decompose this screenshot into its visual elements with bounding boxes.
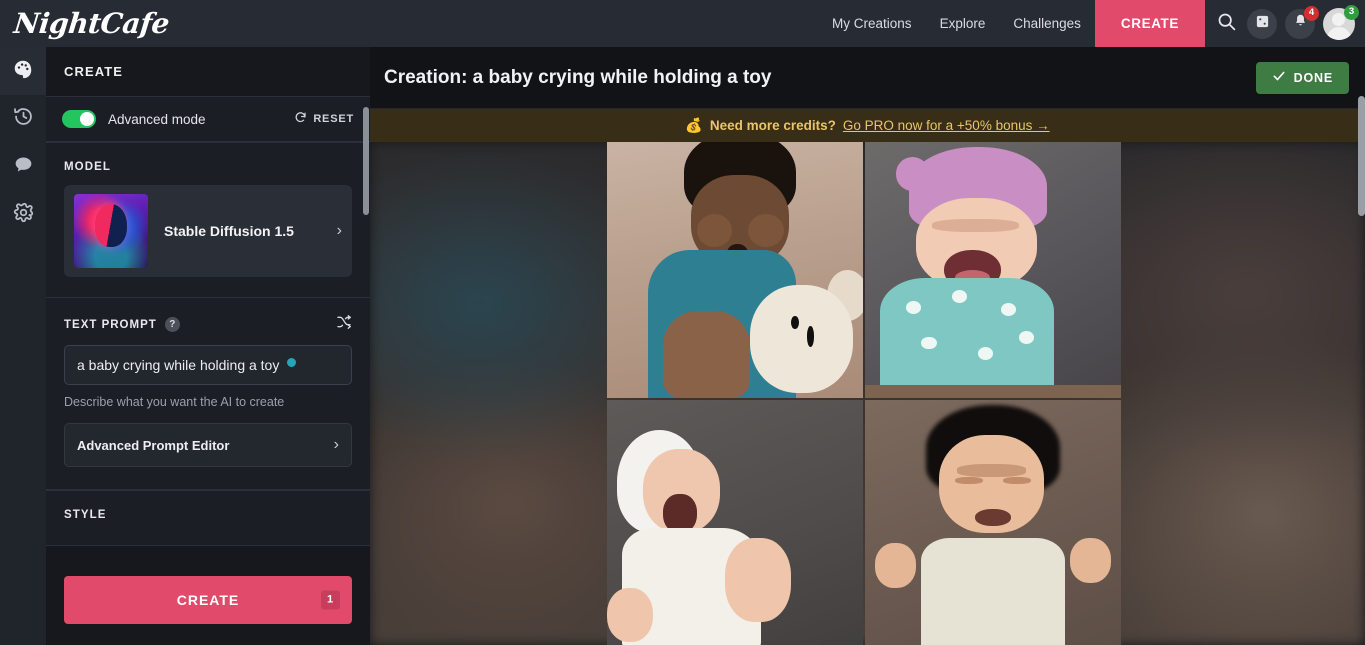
sidebar-item-history[interactable] — [0, 95, 46, 143]
help-icon[interactable]: ? — [164, 317, 180, 332]
chevron-right-icon: › — [336, 222, 342, 239]
top-bar: NightCafe My Creations Explore Challenge… — [0, 0, 1365, 47]
generated-image-4[interactable] — [865, 400, 1121, 645]
refresh-icon — [294, 111, 307, 127]
model-selector[interactable]: Stable Diffusion 1.5 › — [64, 185, 352, 277]
reset-label: RESET — [313, 113, 354, 125]
reset-button[interactable]: RESET — [294, 111, 354, 127]
random-dice-button[interactable] — [1247, 8, 1277, 39]
creation-header: Creation: a baby crying while holding a … — [370, 47, 1365, 109]
top-navigation: My Creations Explore Challenges CREATE 4… — [818, 0, 1365, 47]
nav-my-creations[interactable]: My Creations — [818, 0, 926, 47]
avatar-badge: 3 — [1344, 4, 1359, 20]
style-section: STYLE — [46, 490, 370, 546]
generated-image-grid — [607, 142, 1121, 645]
chevron-right-icon: › — [333, 436, 339, 453]
model-thumbnail — [74, 194, 148, 268]
banner-text: Need more credits? — [709, 118, 836, 133]
generated-image-1[interactable] — [607, 142, 863, 398]
generated-image-3[interactable] — [607, 400, 863, 645]
left-icon-rail — [0, 47, 46, 645]
main-scrollbar-thumb[interactable] — [1358, 96, 1365, 216]
create-button-label: CREATE — [176, 591, 240, 608]
money-bag-icon: 💰 — [685, 117, 703, 133]
text-prompt-section: TEXT PROMPT ? a baby crying while holdin… — [46, 298, 370, 490]
model-section: MODEL Stable Diffusion 1.5 › — [46, 142, 370, 298]
prompt-section-label: TEXT PROMPT — [64, 318, 157, 331]
sidebar-item-create[interactable] — [0, 47, 46, 95]
sidebar-item-messages[interactable] — [0, 143, 46, 191]
go-pro-link[interactable]: Go PRO now for a +50% bonus → — [843, 118, 1050, 133]
search-button[interactable] — [1205, 0, 1247, 47]
advanced-mode-row: Advanced mode RESET — [46, 96, 370, 142]
credits-banner: 💰 Need more credits? Go PRO now for a +5… — [370, 109, 1365, 142]
panel-scrollbar[interactable] — [363, 52, 369, 552]
advanced-mode-toggle[interactable] — [62, 110, 96, 128]
panel-scroll-area: Advanced mode RESET MODEL Stable Diffusi… — [46, 96, 370, 601]
advanced-prompt-editor-label: Advanced Prompt Editor — [77, 437, 230, 453]
panel-title: CREATE — [64, 64, 124, 79]
prompt-status-dot — [287, 358, 297, 367]
advanced-mode-label: Advanced mode — [108, 111, 206, 127]
page-title: Creation: a baby crying while holding a … — [384, 66, 772, 88]
prompt-value: a baby crying while holding a toy — [77, 357, 280, 373]
create-button-top[interactable]: CREATE — [1094, 0, 1205, 47]
panel-scrollbar-thumb[interactable] — [363, 107, 369, 215]
search-icon — [1216, 11, 1237, 37]
create-panel: CREATE Advanced mode RESET MODEL Stable … — [46, 47, 370, 645]
advanced-prompt-editor-button[interactable]: Advanced Prompt Editor › — [64, 423, 352, 467]
shuffle-icon[interactable] — [336, 314, 352, 335]
model-section-label: MODEL — [64, 161, 112, 173]
check-icon — [1272, 69, 1286, 86]
gear-icon — [13, 202, 34, 228]
notification-badge: 4 — [1304, 5, 1319, 21]
sidebar-item-settings[interactable] — [0, 191, 46, 239]
create-button[interactable]: CREATE 1 — [64, 575, 352, 624]
nav-explore[interactable]: Explore — [926, 0, 1000, 47]
image-stage — [370, 142, 1365, 645]
notifications-button[interactable]: 4 — [1285, 5, 1319, 39]
main-scrollbar[interactable] — [1358, 96, 1365, 599]
done-label: DONE — [1293, 70, 1333, 85]
prompt-header: TEXT PROMPT ? — [46, 298, 370, 345]
prompt-input[interactable]: a baby crying while holding a toy — [64, 345, 352, 385]
chat-bubble-icon — [13, 154, 34, 180]
style-section-label: STYLE — [64, 509, 107, 521]
main-content: Creation: a baby crying while holding a … — [370, 47, 1365, 645]
panel-footer: CREATE 1 — [46, 554, 370, 645]
model-name: Stable Diffusion 1.5 — [164, 223, 294, 239]
nightcafe-logo[interactable]: NightCafe — [12, 7, 170, 40]
dice-icon — [1255, 14, 1270, 34]
prompt-helper-text: Describe what you want the AI to create — [64, 395, 285, 409]
generated-image-2[interactable] — [865, 142, 1121, 398]
nightcafe-app: NightCafe My Creations Explore Challenge… — [0, 0, 1365, 645]
avatar[interactable]: 3 — [1323, 4, 1359, 40]
history-clock-icon — [13, 106, 34, 132]
nav-challenges[interactable]: Challenges — [999, 0, 1095, 47]
done-button[interactable]: DONE — [1255, 61, 1349, 94]
create-credit-badge: 1 — [321, 590, 340, 609]
palette-icon — [12, 58, 34, 85]
